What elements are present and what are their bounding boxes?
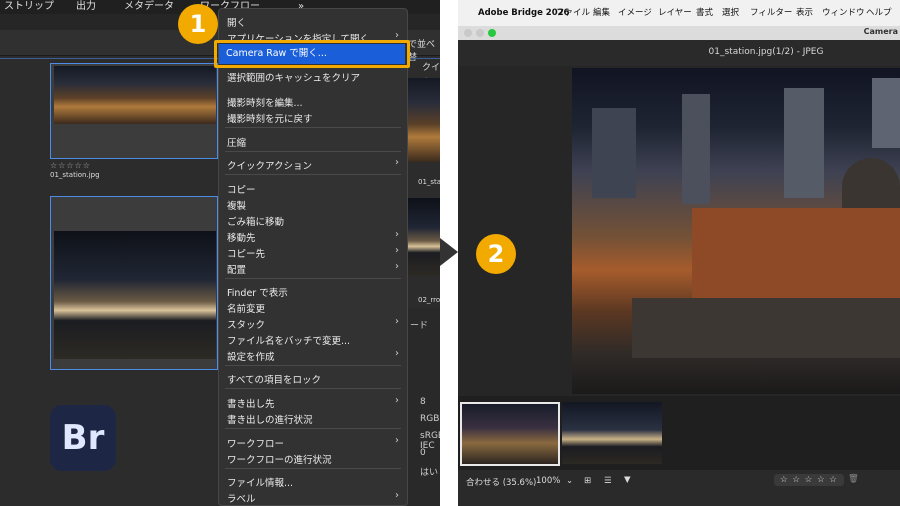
meta-value: 0: [420, 448, 426, 458]
chevron-right-icon: ›: [395, 157, 399, 168]
context-menu: 開く アプリケーションを指定して開く › 選択範囲のキャッシュをクリア 撮影時刻を編集.…: [218, 8, 408, 506]
filter-icon[interactable]: ▼: [624, 475, 631, 485]
menu-item[interactable]: ワークフローの進行状況: [227, 452, 332, 466]
menu-item[interactable]: 圧縮: [227, 135, 246, 149]
meta-color-mode: RGB: [420, 414, 440, 424]
menu-item[interactable]: ワークフロー: [227, 436, 284, 450]
menu-layer[interactable]: レイヤー: [658, 0, 692, 26]
window-title: Camera: [863, 27, 898, 36]
panel-label: ード: [410, 321, 429, 331]
bridge-logo: Br: [50, 405, 116, 471]
arrow-right-icon: [440, 238, 458, 266]
thumbnail-image: [54, 66, 216, 124]
chevron-right-icon: ›: [395, 261, 399, 272]
image-title: 01_station.jpg(1/2) - JPEG: [708, 47, 824, 57]
menu-item[interactable]: コピー: [227, 182, 256, 196]
preview-image[interactable]: [572, 68, 900, 394]
menu-separator: [225, 151, 401, 152]
side-filename-1: 01_static: [418, 178, 440, 186]
menu-separator: [225, 388, 401, 389]
menu-item[interactable]: ごみ箱に移動: [227, 214, 284, 228]
menu-image[interactable]: イメージ: [618, 0, 652, 26]
menu-item[interactable]: 複製: [227, 198, 246, 212]
menu-item-camera-raw[interactable]: Camera Raw で開く...: [219, 44, 405, 64]
menu-separator: [225, 365, 401, 366]
side-filename-2: 02_rrou: [418, 296, 440, 304]
menu-separator: [225, 127, 401, 128]
close-icon[interactable]: [464, 29, 472, 37]
chevron-right-icon: ›: [395, 490, 399, 501]
menu-item[interactable]: 撮影時刻を編集...: [227, 95, 303, 109]
menu-separator: [225, 174, 401, 175]
menu-item[interactable]: 撮影時刻を元に戻す: [227, 111, 313, 125]
menu-separator: [225, 468, 401, 469]
menu-item[interactable]: 配置: [227, 262, 246, 276]
thumbnail-image: [54, 231, 216, 359]
menu-item[interactable]: 開く: [227, 15, 246, 29]
image-header: 01_station.jpg(1/2) - JPEG: [458, 40, 900, 66]
rating-stars[interactable]: ☆ ☆ ☆ ☆ ☆: [774, 474, 844, 486]
tab-metadata[interactable]: メタデータ: [124, 0, 174, 14]
maximize-icon[interactable]: [488, 29, 496, 37]
minimize-icon[interactable]: [476, 29, 484, 37]
filmstrip-thumb-2[interactable]: [562, 402, 662, 464]
rating-stars[interactable]: ☆☆☆☆☆: [50, 161, 91, 170]
chevron-right-icon: ›: [395, 395, 399, 406]
chevron-right-icon: ›: [395, 435, 399, 446]
menu-item[interactable]: Finder で表示: [227, 285, 288, 299]
side-thumbnail[interactable]: [408, 198, 440, 276]
menu-item[interactable]: 選択範囲のキャッシュをクリア: [227, 70, 360, 84]
window-titlebar: [458, 26, 900, 40]
menu-file[interactable]: ファイル: [556, 0, 590, 26]
filmstrip-thumb-1[interactable]: [460, 402, 560, 466]
menu-edit[interactable]: 編集: [593, 0, 610, 26]
menu-item[interactable]: 設定を作成: [227, 349, 275, 363]
menu-window[interactable]: ウィンドウ: [822, 0, 865, 26]
menu-item[interactable]: 移動先: [227, 230, 256, 244]
zoom-level[interactable]: 100%: [536, 476, 560, 486]
menu-separator: [225, 428, 401, 429]
menu-item[interactable]: コピー先: [227, 246, 265, 260]
meta-bit-depth: 8: [420, 397, 426, 407]
chevron-right-icon: ›: [395, 245, 399, 256]
thumbnail-filename: 01_station.jpg: [50, 171, 100, 179]
menu-filter[interactable]: フィルター: [750, 0, 792, 26]
compare-icon[interactable]: ⊞: [584, 476, 591, 486]
tab-filmstrip[interactable]: ストリップ: [4, 0, 54, 14]
chevron-right-icon: ›: [395, 229, 399, 240]
menu-item[interactable]: すべての項目をロック: [227, 372, 321, 386]
menu-item[interactable]: クイックアクション: [227, 158, 312, 172]
step-badge-1: 1: [178, 4, 218, 44]
menu-type[interactable]: 書式: [696, 0, 713, 26]
bridge-window: ストリップ 出力 メタデータ ワークフロー » で並べ替 ☆☆☆☆☆ 01_st…: [0, 0, 440, 506]
menu-item[interactable]: ファイル情報...: [227, 475, 293, 489]
menu-item[interactable]: 名前変更: [227, 301, 265, 315]
thumbnail-tile-2[interactable]: [50, 196, 218, 370]
fit-zoom-select[interactable]: 合わせる (35.6%): [466, 476, 536, 488]
step-badge-2: 2: [476, 234, 516, 274]
chevron-down-icon[interactable]: ⌄: [566, 476, 573, 486]
menu-item[interactable]: スタック: [227, 317, 265, 331]
mac-menu-bar: Adobe Bridge 2026 ファイル 編集 イメージ レイヤー 書式 選…: [458, 0, 900, 26]
thumbnail-tile-1[interactable]: [50, 63, 218, 159]
chevron-right-icon: ›: [395, 348, 399, 359]
meta-value: はい: [420, 468, 439, 478]
menu-separator: [225, 278, 401, 279]
menu-view[interactable]: 表示: [796, 0, 813, 26]
menu-item[interactable]: ラベル: [227, 491, 256, 505]
trash-icon[interactable]: 🗑: [848, 474, 859, 484]
camera-raw-window: Adobe Bridge 2026 ファイル 編集 イメージ レイヤー 書式 選…: [458, 0, 900, 506]
menu-item[interactable]: 書き出し先: [227, 396, 275, 410]
menu-item[interactable]: 書き出しの進行状況: [227, 412, 313, 426]
sort-icon[interactable]: ☰: [604, 476, 612, 486]
menu-select[interactable]: 選択: [722, 0, 739, 26]
chevron-right-icon: ›: [395, 316, 399, 327]
menu-help[interactable]: ヘルプ: [866, 0, 892, 26]
status-bar: 合わせる (35.6%) 100% ⌄ ⊞ ☰ ▼ ☆ ☆ ☆ ☆ ☆ 🗑: [458, 470, 900, 506]
menu-item[interactable]: ファイル名をバッチで変更...: [227, 333, 350, 347]
side-thumbnail[interactable]: [408, 78, 440, 162]
tab-output[interactable]: 出力: [76, 0, 96, 14]
